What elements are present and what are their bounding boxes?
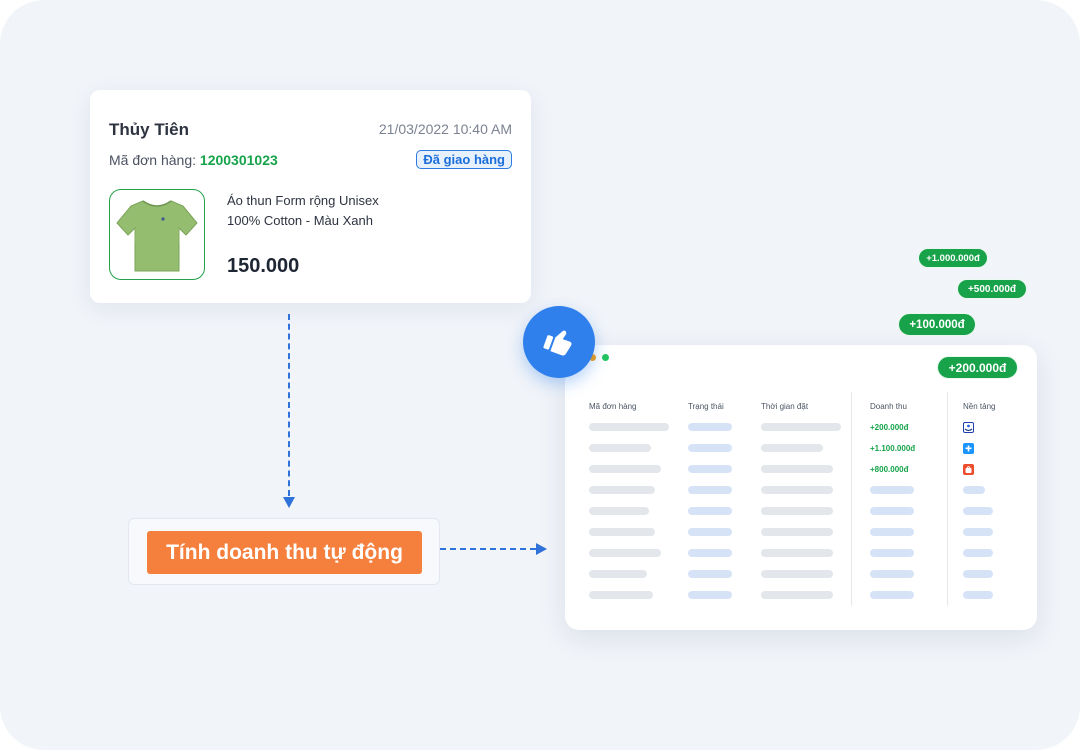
canvas-background: Thủy Tiên 21/03/2022 10:40 AM Mã đơn hàn… — [0, 0, 1080, 750]
column-header-order-time: Thời gian đặt — [761, 402, 809, 411]
placeholder-order-time — [761, 444, 823, 452]
arrow-right-icon — [536, 543, 547, 555]
placeholder-platform — [963, 507, 993, 515]
column-header-status: Trạng thái — [688, 402, 724, 411]
placeholder-status — [688, 528, 732, 536]
placeholder-order-time — [761, 549, 833, 557]
product-name-line2: 100% Cotton - Màu Xanh — [227, 213, 373, 228]
placeholder-order-id — [589, 444, 651, 452]
placeholder-order-time — [761, 591, 833, 599]
revenue-table-panel: Mã đơn hàng Trạng thái Thời gian đặt Doa… — [565, 345, 1037, 630]
column-header-platform: Nền tảng — [963, 402, 996, 411]
platform-shopee-icon — [963, 464, 974, 475]
placeholder-platform — [963, 570, 993, 578]
thumbs-up-badge — [523, 306, 595, 378]
revenue-pill: +1.000.000đ — [918, 248, 988, 268]
product-name: Áo thun Form rộng Unisex 100% Cotton - M… — [227, 191, 487, 231]
placeholder-revenue — [870, 528, 914, 536]
placeholder-order-time — [761, 486, 833, 494]
placeholder-status — [688, 549, 732, 557]
placeholder-order-time — [761, 465, 833, 473]
placeholder-platform — [963, 549, 993, 557]
placeholder-order-id — [589, 549, 661, 557]
placeholder-order-id — [589, 465, 661, 473]
placeholder-revenue — [870, 591, 914, 599]
window-dot-green — [602, 354, 609, 361]
customer-name: Thủy Tiên — [109, 120, 189, 139]
column-divider — [947, 392, 948, 606]
revenue-pill: +100.000đ — [898, 313, 976, 336]
order-datetime: 21/03/2022 10:40 AM — [378, 121, 512, 137]
tshirt-icon — [116, 199, 198, 271]
platform-tiki-icon — [963, 443, 974, 454]
revenue-value: +1.100.000đ — [870, 444, 916, 453]
placeholder-status — [688, 591, 732, 599]
order-id: 1200301023 — [199, 152, 278, 168]
status-badge: Đã giao hàng — [416, 150, 512, 169]
placeholder-status — [688, 486, 732, 494]
column-header-revenue: Doanh thu — [870, 402, 907, 411]
placeholder-revenue — [870, 549, 914, 557]
dashed-connector-vertical — [288, 314, 290, 496]
auto-revenue-button[interactable]: Tính doanh thu tự động — [147, 531, 422, 574]
placeholder-status — [688, 570, 732, 578]
revenue-value: +200.000đ — [870, 423, 909, 432]
placeholder-status — [688, 465, 732, 473]
product-price: 150.000 — [227, 255, 300, 277]
placeholder-order-id — [589, 507, 649, 515]
revenue-pill: +200.000đ — [937, 356, 1018, 379]
placeholder-order-id — [589, 423, 669, 431]
placeholder-order-id — [589, 528, 655, 536]
placeholder-revenue — [870, 507, 914, 515]
product-image — [109, 189, 205, 280]
placeholder-order-id — [589, 486, 655, 494]
product-name-line1: Áo thun Form rộng Unisex — [227, 193, 379, 208]
placeholder-platform — [963, 591, 993, 599]
placeholder-revenue — [870, 486, 914, 494]
placeholder-order-id — [589, 570, 647, 578]
order-id-line: Mã đơn hàng: 1200301023 — [109, 152, 278, 168]
placeholder-order-time — [761, 570, 833, 578]
revenue-pill: +500.000đ — [957, 279, 1027, 299]
placeholder-status — [688, 444, 732, 452]
placeholder-platform — [963, 528, 993, 536]
order-id-label: Mã đơn hàng: — [109, 152, 197, 168]
revenue-value: +800.000đ — [870, 465, 909, 474]
thumbs-up-icon — [543, 330, 572, 356]
placeholder-order-time — [761, 423, 841, 431]
placeholder-platform — [963, 486, 985, 494]
placeholder-order-time — [761, 528, 833, 536]
dashed-connector-horizontal — [440, 548, 536, 550]
placeholder-order-id — [589, 591, 653, 599]
column-header-order-id: Mã đơn hàng — [589, 402, 637, 411]
column-divider — [851, 392, 852, 606]
platform-lazada-icon — [963, 422, 974, 433]
placeholder-status — [688, 423, 732, 431]
placeholder-order-time — [761, 507, 833, 515]
placeholder-revenue — [870, 570, 914, 578]
placeholder-status — [688, 507, 732, 515]
order-card[interactable]: Thủy Tiên 21/03/2022 10:40 AM Mã đơn hàn… — [90, 90, 531, 303]
arrow-down-icon — [283, 497, 295, 508]
